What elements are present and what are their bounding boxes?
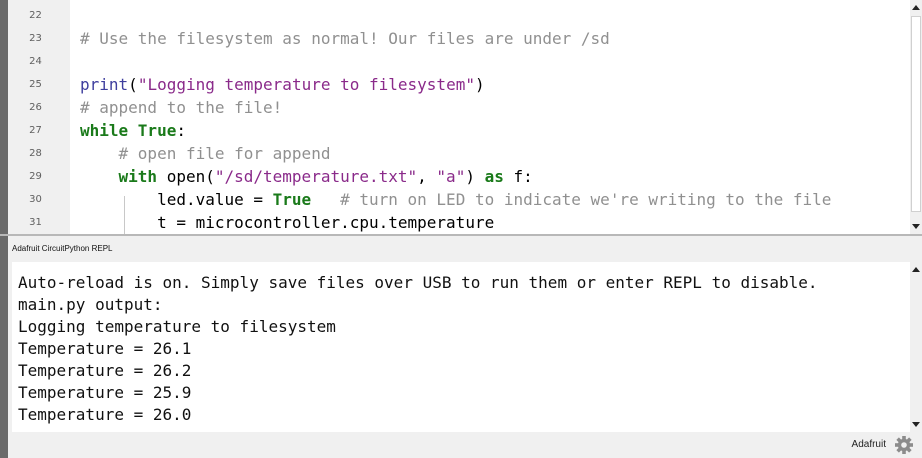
- code-line[interactable]: 25 print("Logging temperature to filesyst…: [0, 73, 900, 96]
- code-token: # open file for append: [118, 144, 331, 163]
- code-line[interactable]: 23 # Use the filesystem as normal! Our fi…: [0, 27, 900, 50]
- line-number: 30: [29, 194, 42, 205]
- code-token: t = microcontroller.cpu.temperature: [80, 213, 495, 232]
- repl-pane-title: Adafruit CircuitPython REPL: [12, 244, 113, 253]
- gear-icon[interactable]: [894, 435, 914, 455]
- code-text: while True:: [80, 119, 186, 142]
- line-number: 28: [29, 148, 42, 159]
- editor-scroll-thumb[interactable]: [911, 16, 921, 212]
- code-line[interactable]: 30 led.value = True # turn on LED to ind…: [0, 188, 900, 211]
- code-text: # append to the file!: [80, 96, 282, 119]
- repl-output-line: Logging temperature to filesystem: [18, 317, 336, 336]
- code-token: as: [484, 167, 504, 186]
- left-window-edge: [0, 0, 8, 458]
- code-token: "/sd/temperature.txt": [214, 167, 418, 186]
- repl-output[interactable]: Auto-reload is on. Simply save files ove…: [12, 262, 922, 432]
- code-text: t = microcontroller.cpu.temperature: [80, 211, 494, 234]
- code-token: open(: [157, 167, 215, 186]
- editor-vertical-scrollbar[interactable]: [910, 0, 922, 234]
- code-text: with open("/sd/temperature.txt", "a") as…: [80, 165, 533, 188]
- scroll-up-arrow-icon[interactable]: [912, 5, 920, 10]
- line-number: 27: [29, 125, 42, 136]
- code-text: led.value = True # turn on LED to indica…: [80, 188, 831, 211]
- code-token: print: [80, 75, 129, 94]
- code-token: while True: [80, 121, 177, 140]
- code-token: "Logging temperature to filesystem": [137, 75, 475, 94]
- pane-splitter[interactable]: [0, 234, 922, 236]
- code-token: with: [118, 167, 158, 186]
- indent-guide: [124, 196, 125, 234]
- code-editor[interactable]: 22 23 # Use the filesystem as normal! Our …: [0, 0, 922, 234]
- repl-output-line: Auto-reload is on. Simply save files ove…: [18, 273, 818, 292]
- code-token: :: [176, 121, 186, 140]
- code-token: # append to the file!: [80, 98, 283, 117]
- status-bar: Adafruit: [12, 432, 922, 458]
- line-number: 25: [29, 79, 42, 90]
- code-line[interactable]: 26 # append to the file!: [0, 96, 900, 119]
- repl-scroll-up-arrow-icon[interactable]: [912, 267, 920, 272]
- repl-output-line: Temperature = 26.1: [18, 339, 192, 358]
- code-text: # open file for append: [80, 142, 331, 165]
- code-text: print("Logging temperature to filesystem…: [80, 73, 485, 96]
- code-line[interactable]: 29 with open("/sd/temperature.txt", "a")…: [0, 165, 900, 188]
- code-token: ): [474, 75, 485, 94]
- line-number: 26: [29, 102, 42, 113]
- line-number: 22: [29, 10, 42, 21]
- repl-output-line: main.py output:: [18, 295, 163, 314]
- line-number: 29: [29, 171, 42, 182]
- code-token: led.value =: [80, 190, 273, 209]
- repl-output-line: Temperature = 26.2: [18, 361, 192, 380]
- code-line[interactable]: 24: [0, 50, 900, 73]
- code-token: f:: [503, 167, 533, 186]
- code-token: "a": [436, 167, 466, 186]
- code-token: ): [465, 167, 485, 186]
- code-line[interactable]: 27 while True:: [0, 119, 900, 142]
- repl-output-line: Temperature = 26.0: [18, 405, 192, 424]
- code-text: # Use the filesystem as normal! Our file…: [80, 27, 610, 50]
- repl-output-line: Temperature = 25.9: [18, 383, 192, 402]
- scroll-down-arrow-icon[interactable]: [912, 224, 920, 229]
- repl-scroll-down-arrow-icon[interactable]: [912, 422, 920, 427]
- line-number: 31: [29, 217, 42, 228]
- board-label: Adafruit: [851, 439, 886, 450]
- code-token: (: [128, 75, 138, 94]
- code-line[interactable]: 31 t = microcontroller.cpu.temperature: [0, 211, 900, 234]
- code-token: True: [272, 190, 312, 209]
- code-line[interactable]: 22: [0, 4, 900, 27]
- code-token: ,: [417, 167, 437, 186]
- repl-vertical-scrollbar[interactable]: [910, 262, 922, 432]
- line-number: 23: [29, 33, 42, 44]
- line-number: 24: [29, 56, 42, 67]
- code-line[interactable]: 28 # open file for append: [0, 142, 900, 165]
- code-token: # Use the filesystem as normal! Our file…: [80, 29, 610, 48]
- code-token: # turn on LED to indicate we're writing …: [340, 190, 832, 209]
